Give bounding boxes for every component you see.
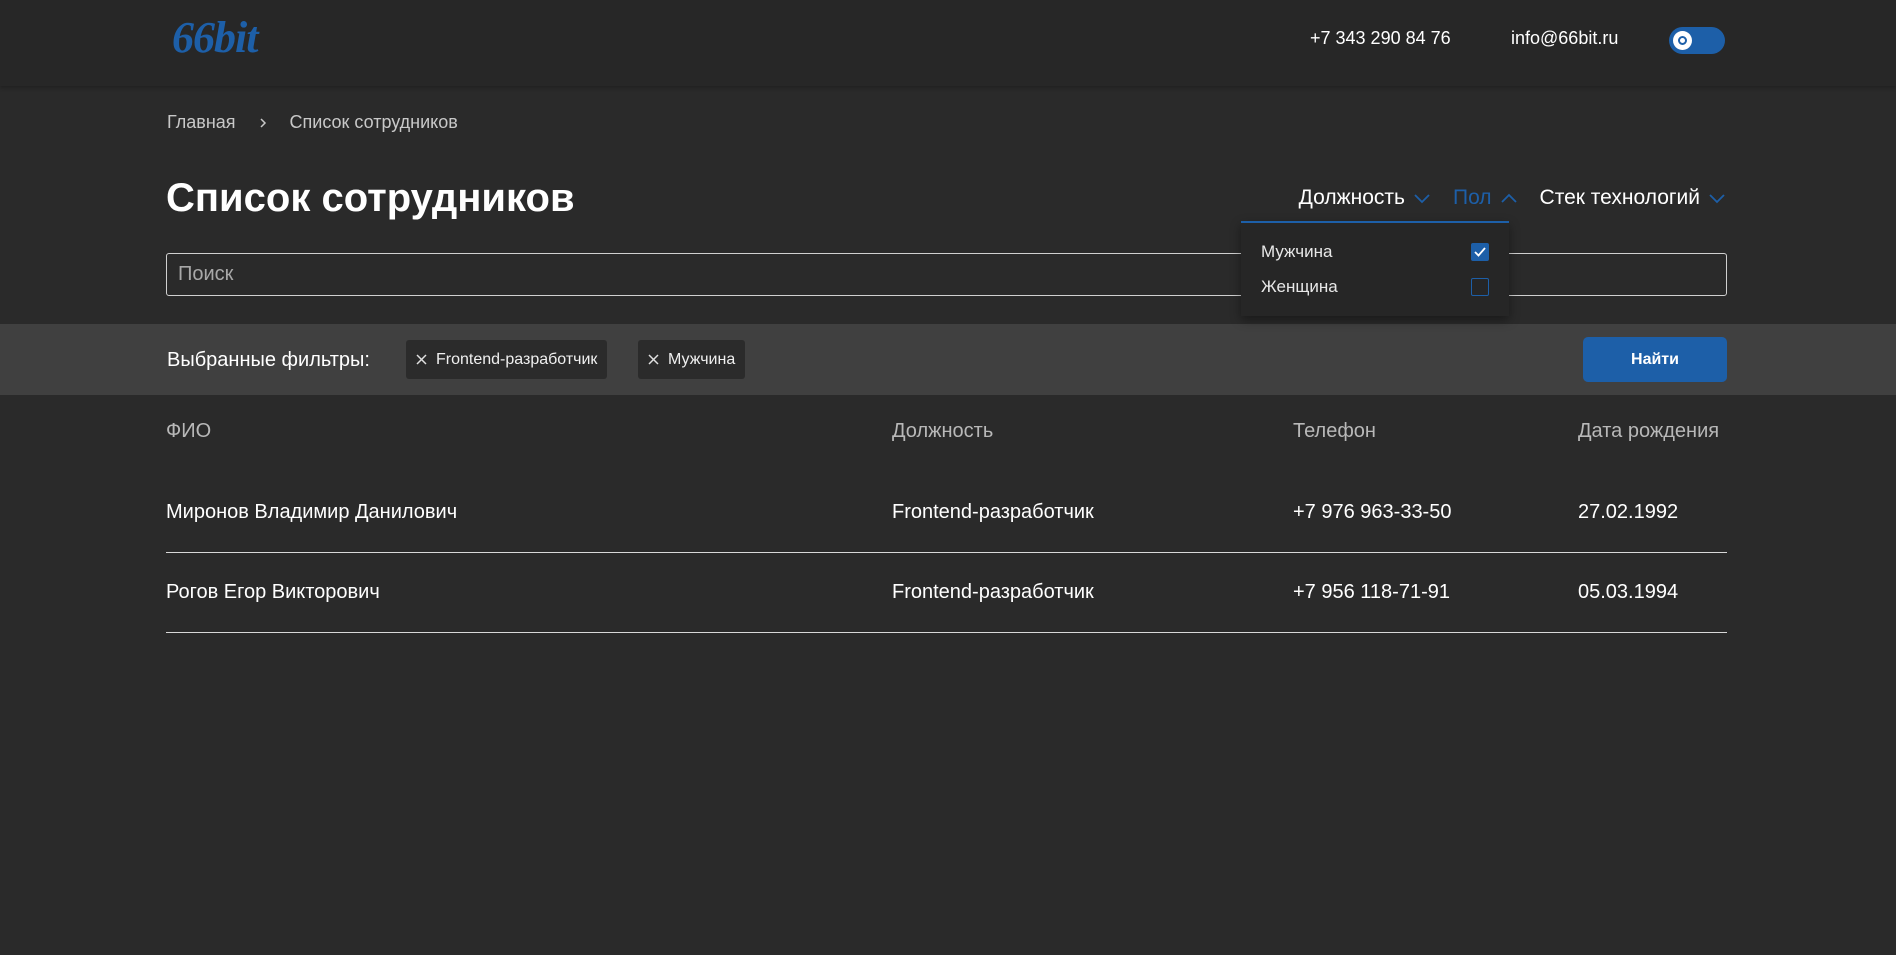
filter-chip: Мужчина: [638, 340, 746, 379]
chip-label: Frontend-разработчик: [436, 350, 598, 368]
column-header-phone[interactable]: Телефон: [1293, 420, 1376, 443]
selected-filters-bar: Выбранные фильтры: Frontend-разработчик …: [0, 324, 1896, 395]
header-phone[interactable]: +7 343 290 84 76: [1310, 28, 1451, 49]
option-label: Мужчина: [1261, 242, 1333, 261]
checkmark-icon: [1474, 247, 1486, 257]
page-title: Список сотрудников: [166, 176, 575, 220]
table-row[interactable]: Миронов Владимир Данилович Frontend-разр…: [166, 473, 1727, 553]
toggle-knob: [1673, 31, 1692, 50]
cell-phone: +7 976 963-33-50: [1293, 501, 1452, 523]
cell-position: Frontend-разработчик: [892, 581, 1094, 603]
cell-name: Миронов Владимир Данилович: [166, 501, 458, 523]
filter-position[interactable]: Должность: [1299, 186, 1431, 210]
cell-birth-date: 05.03.1994: [1578, 581, 1679, 603]
filter-stack[interactable]: Стек технологий: [1540, 186, 1726, 210]
chevron-up-icon: [1500, 193, 1517, 203]
chip-label: Мужчина: [668, 350, 736, 368]
option-label: Женщина: [1261, 277, 1338, 296]
breadcrumb-home[interactable]: Главная: [167, 112, 236, 133]
filter-gender[interactable]: Пол: [1453, 186, 1518, 210]
close-icon[interactable]: [648, 354, 659, 365]
cell-name: Рогов Егор Викторович: [166, 581, 380, 603]
table-row[interactable]: Рогов Егор Викторович Frontend-разработч…: [166, 553, 1727, 633]
logo[interactable]: 66bit: [172, 12, 258, 63]
selected-filters-label: Выбранные фильтры:: [167, 349, 370, 371]
chevron-right-icon: [259, 117, 266, 128]
chevron-down-icon: [1709, 194, 1725, 204]
filter-stack-label: Стек технологий: [1539, 186, 1700, 209]
filter-position-label: Должность: [1298, 186, 1405, 209]
theme-toggle[interactable]: [1669, 27, 1725, 54]
cell-birth-date: 27.02.1992: [1578, 501, 1679, 523]
chevron-down-icon: [1414, 194, 1430, 204]
column-header-position[interactable]: Должность: [892, 420, 993, 443]
checkbox-checked[interactable]: [1471, 243, 1489, 261]
close-icon[interactable]: [416, 354, 427, 365]
dropdown-option-male[interactable]: Мужчина: [1261, 239, 1489, 265]
dropdown-option-female[interactable]: Женщина: [1261, 274, 1489, 300]
cell-phone: +7 956 118-71-91: [1293, 581, 1450, 603]
breadcrumb: Главная Список сотрудников: [167, 112, 458, 133]
column-header-birth-date[interactable]: Дата рождения: [1578, 420, 1719, 443]
header: 66bit +7 343 290 84 76 info@66bit.ru: [0, 0, 1896, 86]
filter-gender-label: Пол: [1452, 186, 1492, 209]
checkbox-unchecked[interactable]: [1471, 278, 1489, 296]
filter-chip: Frontend-разработчик: [406, 340, 608, 379]
gender-dropdown: Мужчина Женщина: [1241, 221, 1509, 316]
breadcrumb-current: Список сотрудников: [289, 112, 458, 132]
find-button[interactable]: Найти: [1583, 337, 1727, 382]
header-email[interactable]: info@66bit.ru: [1511, 28, 1618, 49]
column-header-name[interactable]: ФИО: [166, 420, 211, 443]
cell-position: Frontend-разработчик: [892, 501, 1094, 523]
filter-bar: Должность Пол Стек технологий: [1299, 186, 1726, 210]
